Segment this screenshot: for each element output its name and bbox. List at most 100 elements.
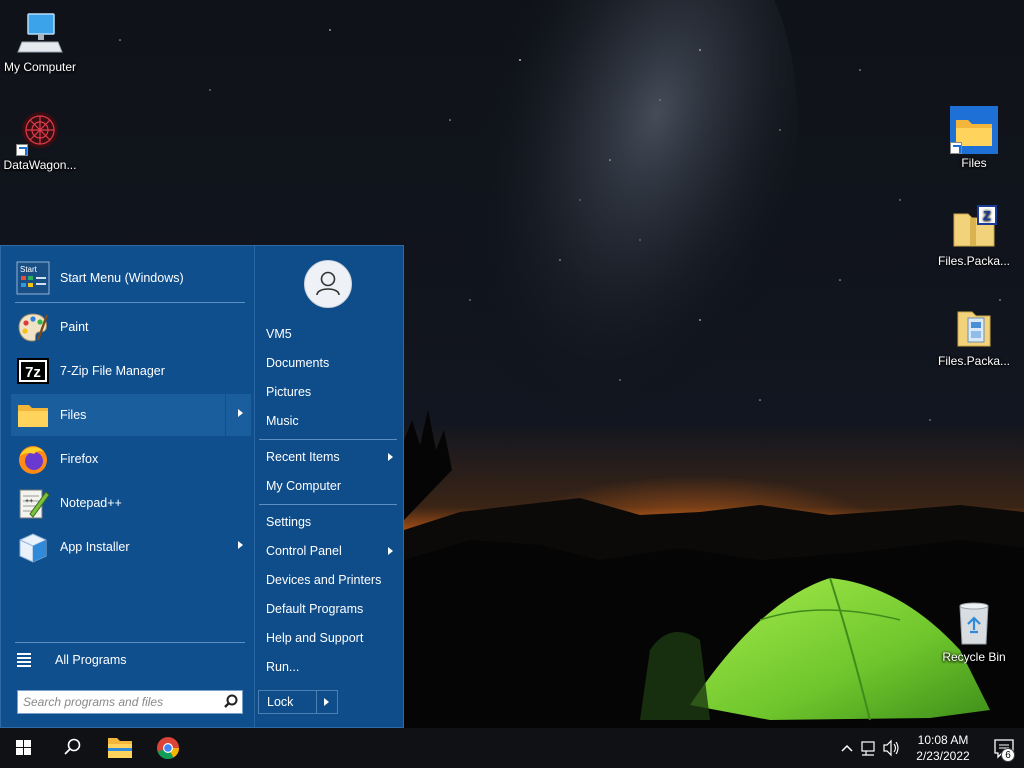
file-explorer-icon[interactable] xyxy=(96,728,144,768)
desktop-icon-files-package-installer[interactable]: Files.Packa... xyxy=(934,304,1014,368)
program-item-app-installer[interactable]: App Installer xyxy=(11,526,251,568)
start-menu-settings-label: Start Menu (Windows) xyxy=(60,271,184,285)
chevron-right-icon xyxy=(238,409,243,417)
search-box[interactable] xyxy=(17,690,243,714)
place-label: Run... xyxy=(266,660,300,674)
svg-text:Start: Start xyxy=(20,265,38,274)
place-label: My Computer xyxy=(266,479,342,493)
desktop-icon-label: Files.Packa... xyxy=(937,254,1011,268)
installer-package-icon xyxy=(950,304,998,352)
place-item-settings[interactable]: Settings xyxy=(259,509,397,535)
place-label: Recent Items xyxy=(266,450,340,464)
program-label: Firefox xyxy=(60,452,99,466)
svg-text:Z: Z xyxy=(983,208,991,223)
shortcut-arrow-icon xyxy=(950,142,962,154)
program-item-notepad-plus-plus[interactable]: ++ Notepad++ xyxy=(11,482,251,524)
place-item-my-computer[interactable]: My Computer xyxy=(259,473,397,499)
datawagon-app-icon xyxy=(16,108,64,156)
program-label: 7-Zip File Manager xyxy=(60,364,165,378)
program-item-paint[interactable]: Paint xyxy=(11,306,251,348)
place-label: Settings xyxy=(266,515,312,529)
chevron-right-icon xyxy=(388,453,393,461)
program-label: Files xyxy=(60,408,87,422)
place-item-documents[interactable]: Documents xyxy=(259,350,397,376)
start-menu-places-pane: VM5 Documents Pictures Music Recent Item… xyxy=(255,246,403,727)
place-label: Default Programs xyxy=(266,602,364,616)
svg-text:7z: 7z xyxy=(25,364,41,381)
chevron-right-icon xyxy=(238,541,243,549)
separator xyxy=(15,642,245,643)
desktop-icon-label: Recycle Bin xyxy=(942,650,1006,664)
place-item-help-and-support[interactable]: Help and Support xyxy=(259,625,397,651)
program-item-files[interactable]: Files xyxy=(11,394,251,436)
7zip-icon: 7z xyxy=(16,354,50,388)
folder-icon xyxy=(950,106,998,154)
system-tray: 10:08 AM 2/23/2022 6 xyxy=(836,728,1024,768)
notepad-plus-plus-icon: ++ xyxy=(16,486,50,520)
desktop-icon-label: Files xyxy=(961,156,987,170)
place-item-recent-items[interactable]: Recent Items xyxy=(259,444,397,470)
start-menu-settings-icon: Start xyxy=(16,261,50,295)
paint-palette-icon xyxy=(16,310,50,344)
program-label: Paint xyxy=(60,320,89,334)
shortcut-arrow-icon xyxy=(16,144,28,156)
place-label: Help and Support xyxy=(266,631,364,645)
chevron-up-icon[interactable] xyxy=(836,728,858,768)
taskbar: 10:08 AM 2/23/2022 6 xyxy=(0,728,1024,768)
separator xyxy=(15,302,245,303)
clock-time: 10:08 AM xyxy=(917,733,969,747)
start-menu-settings-item[interactable]: Start Start Menu (Windows) xyxy=(11,257,251,299)
program-item-firefox[interactable]: Firefox xyxy=(11,438,251,480)
place-item-default-programs[interactable]: Default Programs xyxy=(259,596,397,622)
place-item-music[interactable]: Music xyxy=(259,408,397,434)
firefox-icon xyxy=(16,442,50,476)
desktop-icon-datawagon[interactable]: DataWagon... xyxy=(0,108,80,172)
shutdown-options-button[interactable] xyxy=(317,691,337,713)
zip-folder-icon: Z xyxy=(950,204,998,252)
lock-label: Lock xyxy=(259,691,317,713)
search-input[interactable] xyxy=(18,692,220,712)
desktop-icon-files[interactable]: Files xyxy=(934,106,1014,170)
all-programs-button[interactable]: All Programs xyxy=(17,651,127,669)
user-avatar-icon[interactable] xyxy=(304,260,352,308)
place-item-devices-and-printers[interactable]: Devices and Printers xyxy=(259,567,397,593)
place-label: VM5 xyxy=(266,327,292,341)
start-menu-programs-pane: Start Start Menu (Windows) Paint 7z 7-Zi… xyxy=(1,246,255,727)
place-item-pictures[interactable]: Pictures xyxy=(259,379,397,405)
place-label: Control Panel xyxy=(266,544,342,558)
program-label: App Installer xyxy=(60,540,130,554)
desktop-icon-my-computer[interactable]: My Computer xyxy=(0,10,80,74)
desktop-icon-label: DataWagon... xyxy=(3,158,77,172)
svg-text:++: ++ xyxy=(25,498,33,505)
notification-center-button[interactable]: 6 xyxy=(984,728,1024,768)
separator xyxy=(259,439,397,440)
separator xyxy=(259,504,397,505)
clock[interactable]: 10:08 AM 2/23/2022 xyxy=(906,732,980,764)
desktop-icon-label: My Computer xyxy=(3,60,77,74)
desktop-icon-recycle-bin[interactable]: Recycle Bin xyxy=(934,600,1014,664)
search-icon[interactable] xyxy=(48,728,96,768)
place-label: Music xyxy=(266,414,299,428)
network-icon[interactable] xyxy=(858,728,880,768)
search-icon[interactable] xyxy=(220,691,242,713)
lock-button[interactable]: Lock xyxy=(258,690,338,714)
program-item-7zip[interactable]: 7z 7-Zip File Manager xyxy=(11,350,251,392)
folder-icon xyxy=(16,398,50,432)
chevron-right-icon xyxy=(388,547,393,555)
notification-count-badge: 6 xyxy=(1001,748,1015,762)
all-programs-label: All Programs xyxy=(55,653,127,667)
chrome-icon[interactable] xyxy=(144,728,192,768)
windows-start-icon[interactable] xyxy=(0,728,48,768)
list-icon xyxy=(17,651,31,669)
place-label: Devices and Printers xyxy=(266,573,382,587)
place-label: Documents xyxy=(266,356,330,370)
clock-date: 2/23/2022 xyxy=(916,749,970,763)
place-item-vm5[interactable]: VM5 xyxy=(259,321,397,347)
start-menu: Start Start Menu (Windows) Paint 7z 7-Zi… xyxy=(0,245,404,728)
place-item-control-panel[interactable]: Control Panel xyxy=(259,538,397,564)
volume-icon[interactable] xyxy=(880,728,902,768)
desktop-icon-files-package-zip[interactable]: Z Files.Packa... xyxy=(934,204,1014,268)
place-label: Pictures xyxy=(266,385,312,399)
place-item-run[interactable]: Run... xyxy=(259,654,397,680)
program-label: Notepad++ xyxy=(60,496,122,510)
